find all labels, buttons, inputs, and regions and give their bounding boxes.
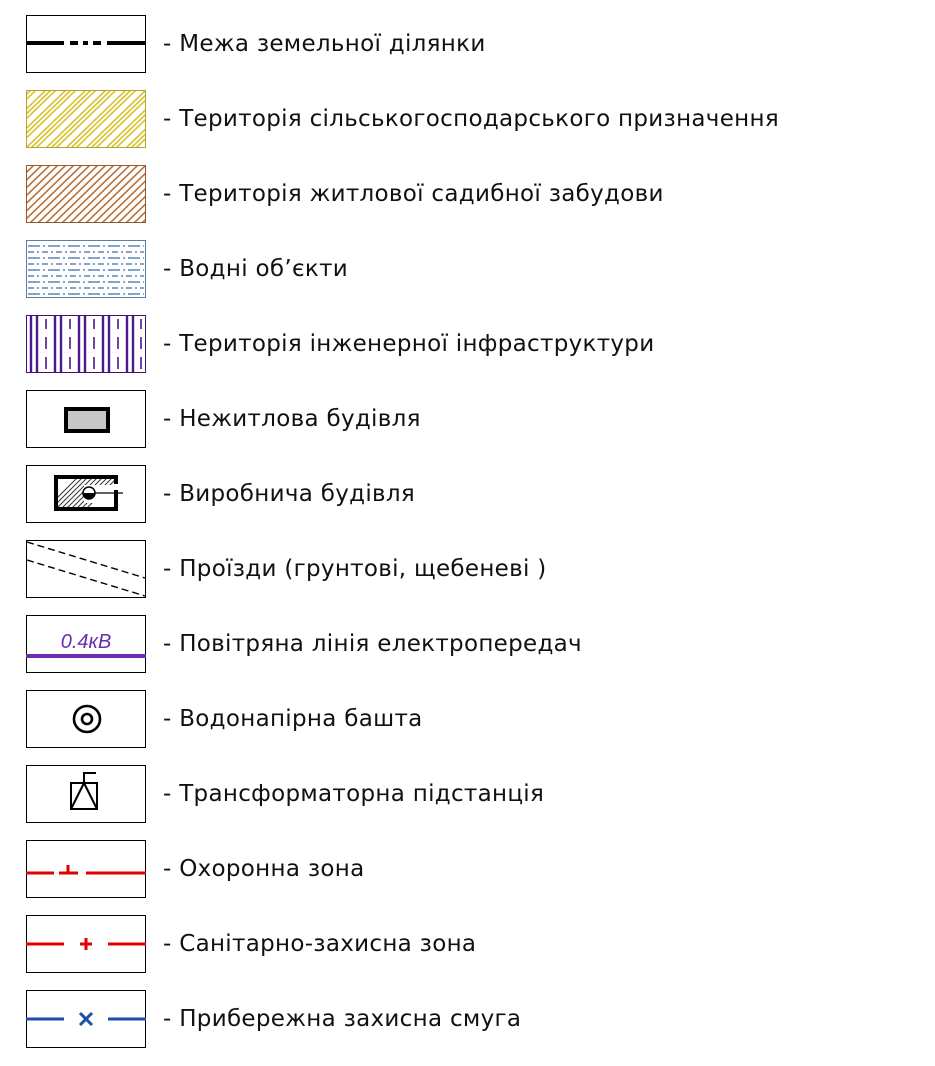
legend-item-nonresidential: - Нежитлова будівля (0, 390, 935, 466)
blue-dash-hatch-icon (26, 240, 146, 298)
legend-label: - Нежитлова будівля (163, 406, 421, 432)
sanitary-zone-line-icon (26, 915, 146, 973)
parcel-boundary-icon (26, 15, 146, 73)
legend-item-water: - Водні об’єкти (0, 240, 935, 316)
purple-vertical-hatch-icon (26, 315, 146, 373)
legend-label: - Межа земельної ділянки (163, 31, 486, 57)
water-tower-icon (26, 690, 146, 748)
legend-item-roads: - Проїзди (грунтові, щебеневі ) (0, 540, 935, 616)
legend-label: - Водні об’єкти (163, 256, 349, 282)
building-icon (26, 390, 146, 448)
legend-label: - Прибережна захисна смуга (163, 1006, 522, 1032)
legend-item-coastal-strip: - Прибережна захисна смуга (0, 990, 935, 1066)
legend-label: - Санітарно-захисна зона (163, 931, 477, 957)
legend-item-protection-zone: - Охоронна зона (0, 840, 935, 916)
legend-item-boundary: - Межа земельної ділянки (0, 15, 935, 91)
legend-item-transformer: - Трансформаторна підстанція (0, 765, 935, 841)
legend-item-residential: - Територія житлової садибної забудови (0, 165, 935, 241)
legend-label: - Територія житлової садибної забудови (163, 181, 664, 207)
legend-item-industrial: - Виробнича будівля (0, 465, 935, 541)
legend-item-sanitary-zone: - Санітарно-захисна зона (0, 915, 935, 991)
legend-item-infrastructure: - Територія інженерної інфраструктури (0, 315, 935, 391)
yellow-hatch-icon (26, 90, 146, 148)
legend-label: - Територія інженерної інфраструктури (163, 331, 655, 357)
transformer-substation-icon (26, 765, 146, 823)
legend-label: - Трансформаторна підстанція (163, 781, 545, 807)
voltage-label: 0.4кВ (61, 631, 112, 653)
legend-label: - Охоронна зона (163, 856, 365, 882)
legend-item-power-line: 0.4кВ - Повітряна лінія електропередач (0, 615, 935, 691)
legend: - Межа земельної ділянки - Територія сіл… (0, 0, 935, 1066)
coastal-strip-line-icon (26, 990, 146, 1048)
legend-label: - Повітряна лінія електропередач (163, 631, 582, 657)
legend-label: - Водонапірна башта (163, 706, 423, 732)
legend-item-agricultural: - Територія сільськогосподарського призн… (0, 90, 935, 166)
power-line-icon: 0.4кВ (26, 615, 146, 673)
legend-label: - Виробнича будівля (163, 481, 416, 507)
industrial-building-icon (26, 465, 146, 523)
protection-zone-line-icon (26, 840, 146, 898)
dashed-road-icon (26, 540, 146, 598)
brown-hatch-icon (26, 165, 146, 223)
legend-label: - Територія сільськогосподарського призн… (163, 106, 779, 132)
legend-label: - Проїзди (грунтові, щебеневі ) (163, 556, 547, 582)
legend-item-water-tower: - Водонапірна башта (0, 690, 935, 766)
